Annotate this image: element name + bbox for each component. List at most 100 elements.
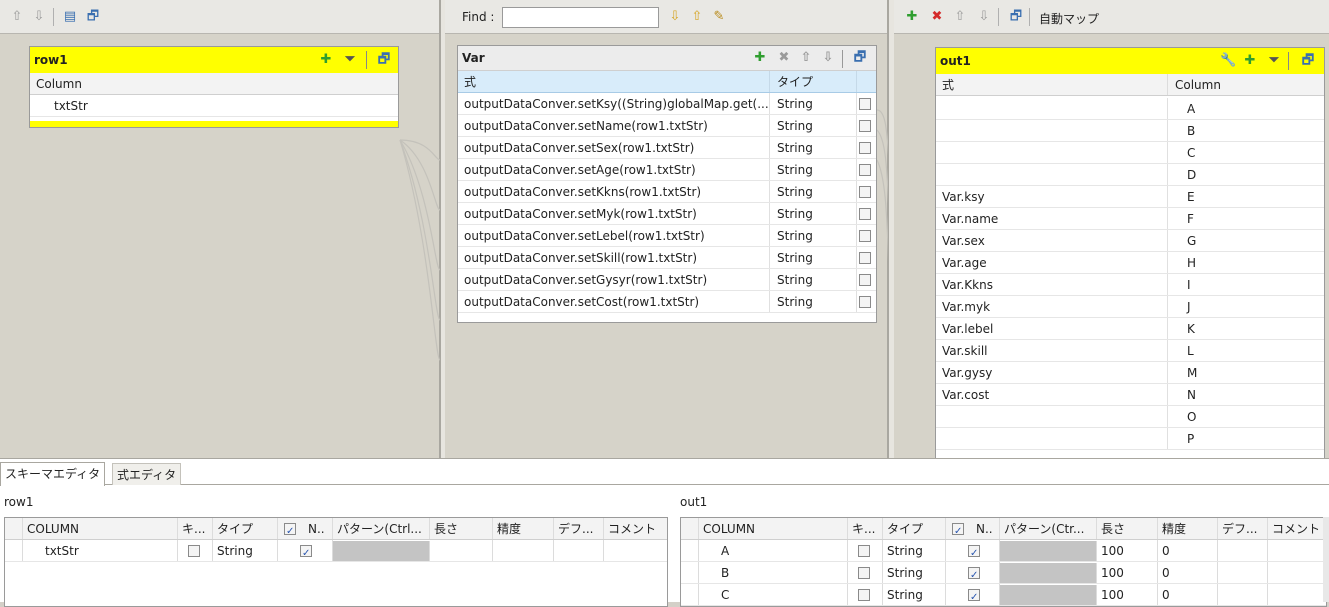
key-checkbox[interactable]: [858, 567, 870, 579]
table-row[interactable]: A String 1000: [681, 540, 1326, 562]
table-view-icon[interactable]: ▤: [62, 9, 78, 25]
table-row[interactable]: B: [936, 120, 1324, 142]
var-expression[interactable]: outputDataConver.setAge(row1.txtStr): [458, 159, 770, 180]
schema-column-name[interactable]: txtStr: [23, 540, 178, 561]
table-row[interactable]: Var.Kkns I: [936, 274, 1324, 296]
key-checkbox[interactable]: [858, 545, 870, 557]
schema-type[interactable]: String: [213, 540, 278, 561]
var-nullable-checkbox[interactable]: [859, 274, 871, 286]
table-row[interactable]: Var.gysy M: [936, 362, 1324, 384]
var-nullable-checkbox[interactable]: [859, 230, 871, 242]
schema-type[interactable]: String: [883, 562, 946, 583]
pattern-cell[interactable]: [1000, 563, 1097, 583]
out-expression[interactable]: Var.lebel: [936, 318, 1168, 339]
var-expression[interactable]: outputDataConver.setMyk(row1.txtStr): [458, 203, 770, 224]
remove-icon[interactable]: ✖: [929, 9, 945, 25]
table-row[interactable]: C String 1000: [681, 584, 1326, 606]
var-type[interactable]: String: [771, 93, 857, 114]
table-row[interactable]: D: [936, 164, 1324, 186]
pattern-cell[interactable]: [1000, 585, 1097, 605]
out-expression[interactable]: [936, 406, 1168, 427]
schema-type[interactable]: String: [883, 584, 946, 605]
wrench-icon[interactable]: 🔧: [1220, 53, 1236, 69]
var-nullable-checkbox[interactable]: [859, 296, 871, 308]
key-checkbox[interactable]: [188, 545, 200, 557]
var-nullable-checkbox[interactable]: [859, 186, 871, 198]
length-cell[interactable]: 100: [1097, 562, 1158, 583]
table-row[interactable]: Var.ksy E: [936, 186, 1324, 208]
precision-cell[interactable]: 0: [1158, 562, 1218, 583]
out-expression[interactable]: Var.skill: [936, 340, 1168, 361]
table-row[interactable]: B String 1000: [681, 562, 1326, 584]
out-expression[interactable]: Var.sex: [936, 230, 1168, 251]
table-row[interactable]: txtStr String: [5, 540, 667, 562]
nullable-checkbox[interactable]: [300, 543, 312, 561]
table-row[interactable]: outputDataConver.setGysyr(row1.txtStr) St…: [458, 269, 876, 291]
pattern-cell[interactable]: [1000, 541, 1097, 561]
length-cell[interactable]: 100: [1097, 540, 1158, 561]
out-expression[interactable]: [936, 120, 1168, 141]
minimize-icon[interactable]: 🗗: [85, 9, 101, 25]
var-nullable-checkbox[interactable]: [859, 208, 871, 220]
vertical-scrollbar[interactable]: [1323, 517, 1329, 602]
out-expression[interactable]: [936, 98, 1168, 119]
out-expression[interactable]: [936, 164, 1168, 185]
table-row[interactable]: outputDataConver.setSkill(row1.txtStr) St…: [458, 247, 876, 269]
auto-map-button[interactable]: 自動マップ: [1039, 10, 1099, 27]
table-row[interactable]: outputDataConver.setLebel(row1.txtStr) St…: [458, 225, 876, 247]
minimize-icon[interactable]: 🗗: [1300, 53, 1316, 69]
table-row[interactable]: Var.name F: [936, 208, 1324, 230]
table-row[interactable]: outputDataConver.setKsy((String)globalMa…: [458, 93, 876, 115]
move-down-icon[interactable]: ⇩: [31, 9, 47, 25]
table-row[interactable]: Var.cost N: [936, 384, 1324, 406]
length-cell[interactable]: 100: [1097, 584, 1158, 605]
var-nullable-checkbox[interactable]: [859, 164, 871, 176]
add-icon[interactable]: ✚: [752, 50, 768, 66]
var-type[interactable]: String: [771, 291, 857, 312]
move-up-icon[interactable]: ⇧: [952, 9, 968, 25]
move-down-icon[interactable]: ⇩: [820, 50, 836, 66]
schema-type[interactable]: String: [883, 540, 946, 561]
var-nullable-checkbox[interactable]: [859, 252, 871, 264]
default-cell[interactable]: [1218, 540, 1268, 561]
var-nullable-checkbox[interactable]: [859, 98, 871, 110]
tab-expression-editor[interactable]: 式エディタ: [112, 463, 182, 485]
find-prev-icon[interactable]: ⇧: [689, 9, 705, 25]
nullable-checkbox[interactable]: [968, 565, 980, 583]
filter-icon[interactable]: ⏷: [1266, 53, 1282, 69]
table-row[interactable]: outputDataConver.setMyk(row1.txtStr) Stri…: [458, 203, 876, 225]
var-type[interactable]: String: [771, 115, 857, 136]
comment-cell[interactable]: [1268, 540, 1326, 561]
out-expression[interactable]: [936, 428, 1168, 449]
add-icon[interactable]: ✚: [318, 52, 334, 68]
var-type[interactable]: String: [771, 181, 857, 202]
out-expression[interactable]: Var.ksy: [936, 186, 1168, 207]
table-row[interactable]: outputDataConver.setName(row1.txtStr) Str…: [458, 115, 876, 137]
move-up-icon[interactable]: ⇧: [9, 9, 25, 25]
table-row[interactable]: P: [936, 428, 1324, 450]
table-row[interactable]: Var.skill L: [936, 340, 1324, 362]
out-expression[interactable]: Var.myk: [936, 296, 1168, 317]
table-row[interactable]: Var.lebel K: [936, 318, 1324, 340]
precision-cell[interactable]: 0: [1158, 584, 1218, 605]
nullable-checkbox[interactable]: [968, 587, 980, 605]
var-expression[interactable]: outputDataConver.setLebel(row1.txtStr): [458, 225, 770, 246]
var-expression[interactable]: outputDataConver.setName(row1.txtStr): [458, 115, 770, 136]
pattern-cell[interactable]: [333, 541, 430, 561]
schema-column-name[interactable]: A: [699, 540, 848, 561]
schema-column-name[interactable]: C: [699, 584, 848, 605]
table-row[interactable]: Var.age H: [936, 252, 1324, 274]
comment-cell[interactable]: [604, 540, 667, 561]
table-row[interactable]: C: [936, 142, 1324, 164]
find-next-icon[interactable]: ⇩: [667, 9, 683, 25]
out-expression[interactable]: Var.gysy: [936, 362, 1168, 383]
key-checkbox[interactable]: [858, 589, 870, 601]
default-cell[interactable]: [554, 540, 604, 561]
move-up-icon[interactable]: ⇧: [798, 50, 814, 66]
nullable-checkbox[interactable]: [968, 543, 980, 561]
var-type[interactable]: String: [771, 203, 857, 224]
var-expression[interactable]: outputDataConver.setSkill(row1.txtStr): [458, 247, 770, 268]
comment-cell[interactable]: [1268, 584, 1326, 605]
precision-cell[interactable]: 0: [1158, 540, 1218, 561]
schema-column-name[interactable]: B: [699, 562, 848, 583]
